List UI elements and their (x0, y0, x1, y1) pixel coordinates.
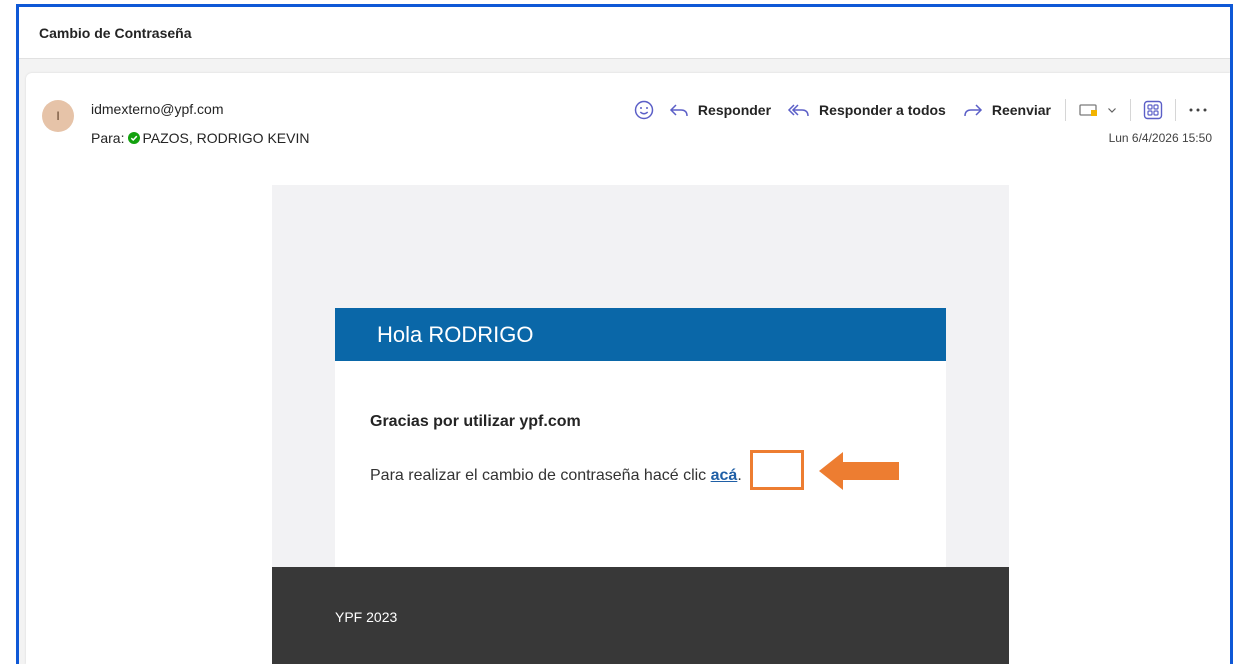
reset-link[interactable]: acá (711, 467, 738, 484)
instruction-line: Para realizar el cambio de contraseña ha… (370, 467, 742, 485)
sender-email[interactable]: idmexterno@ypf.com (91, 101, 223, 117)
tag-button[interactable] (1072, 95, 1124, 125)
message-actions: Responder Responder a todos Reenviar (628, 95, 1214, 125)
toolbar-divider (1065, 99, 1066, 121)
recipient-line: Para: PAZOS, RODRIGO KEVIN (91, 130, 309, 146)
link-highlight-box (750, 450, 804, 490)
apps-button[interactable] (1137, 95, 1169, 125)
message-card: I idmexterno@ypf.com Para: PAZOS, RODRIG… (26, 73, 1230, 664)
message-date: Lun 6/4/2026 15:50 (1108, 131, 1212, 145)
chevron-down-icon (1108, 108, 1116, 113)
forward-icon (964, 104, 982, 117)
to-label: Para: (91, 130, 125, 146)
email-content-box: Hola RODRIGO Gracias por utilizar ypf.co… (335, 308, 946, 568)
reply-all-label: Responder a todos (819, 102, 946, 118)
reaction-button[interactable] (628, 95, 660, 125)
subject-bar: Cambio de Contraseña (19, 7, 1230, 59)
instruction-suffix: . (737, 467, 742, 484)
screenshot-frame: Cambio de Contraseña I idmexterno@ypf.co… (16, 4, 1233, 664)
instruction-text: Para realizar el cambio de contraseña ha… (370, 467, 711, 484)
greeting-text: Hola RODRIGO (377, 321, 534, 347)
email-footer: YPF 2023 (272, 567, 1009, 664)
tag-icon (1079, 104, 1097, 116)
smiley-icon (634, 100, 654, 120)
reply-all-button[interactable]: Responder a todos (779, 95, 954, 125)
email-body: Hola RODRIGO Gracias por utilizar ypf.co… (272, 185, 1009, 664)
arrow-left-icon (819, 452, 899, 490)
reply-button[interactable]: Responder (660, 95, 779, 125)
recipient-name[interactable]: PAZOS, RODRIGO KEVIN (142, 130, 309, 146)
greeting-header: Hola RODRIGO (335, 308, 946, 361)
reply-all-icon (787, 104, 809, 117)
apps-icon (1143, 100, 1163, 120)
toolbar-divider (1130, 99, 1131, 121)
reply-label: Responder (697, 102, 772, 118)
check-icon (128, 132, 141, 144)
more-actions-button[interactable] (1182, 95, 1214, 125)
thanks-text: Gracias por utilizar ypf.com (370, 413, 581, 430)
forward-label: Reenviar (991, 102, 1051, 118)
reply-icon (669, 104, 688, 117)
email-subject: Cambio de Contraseña (39, 24, 192, 41)
toolbar-divider (1175, 99, 1176, 121)
footer-text: YPF 2023 (335, 609, 398, 625)
avatar-initial: I (56, 109, 60, 123)
forward-button[interactable]: Reenviar (954, 95, 1059, 125)
avatar[interactable]: I (42, 100, 74, 132)
more-icon (1189, 108, 1207, 112)
